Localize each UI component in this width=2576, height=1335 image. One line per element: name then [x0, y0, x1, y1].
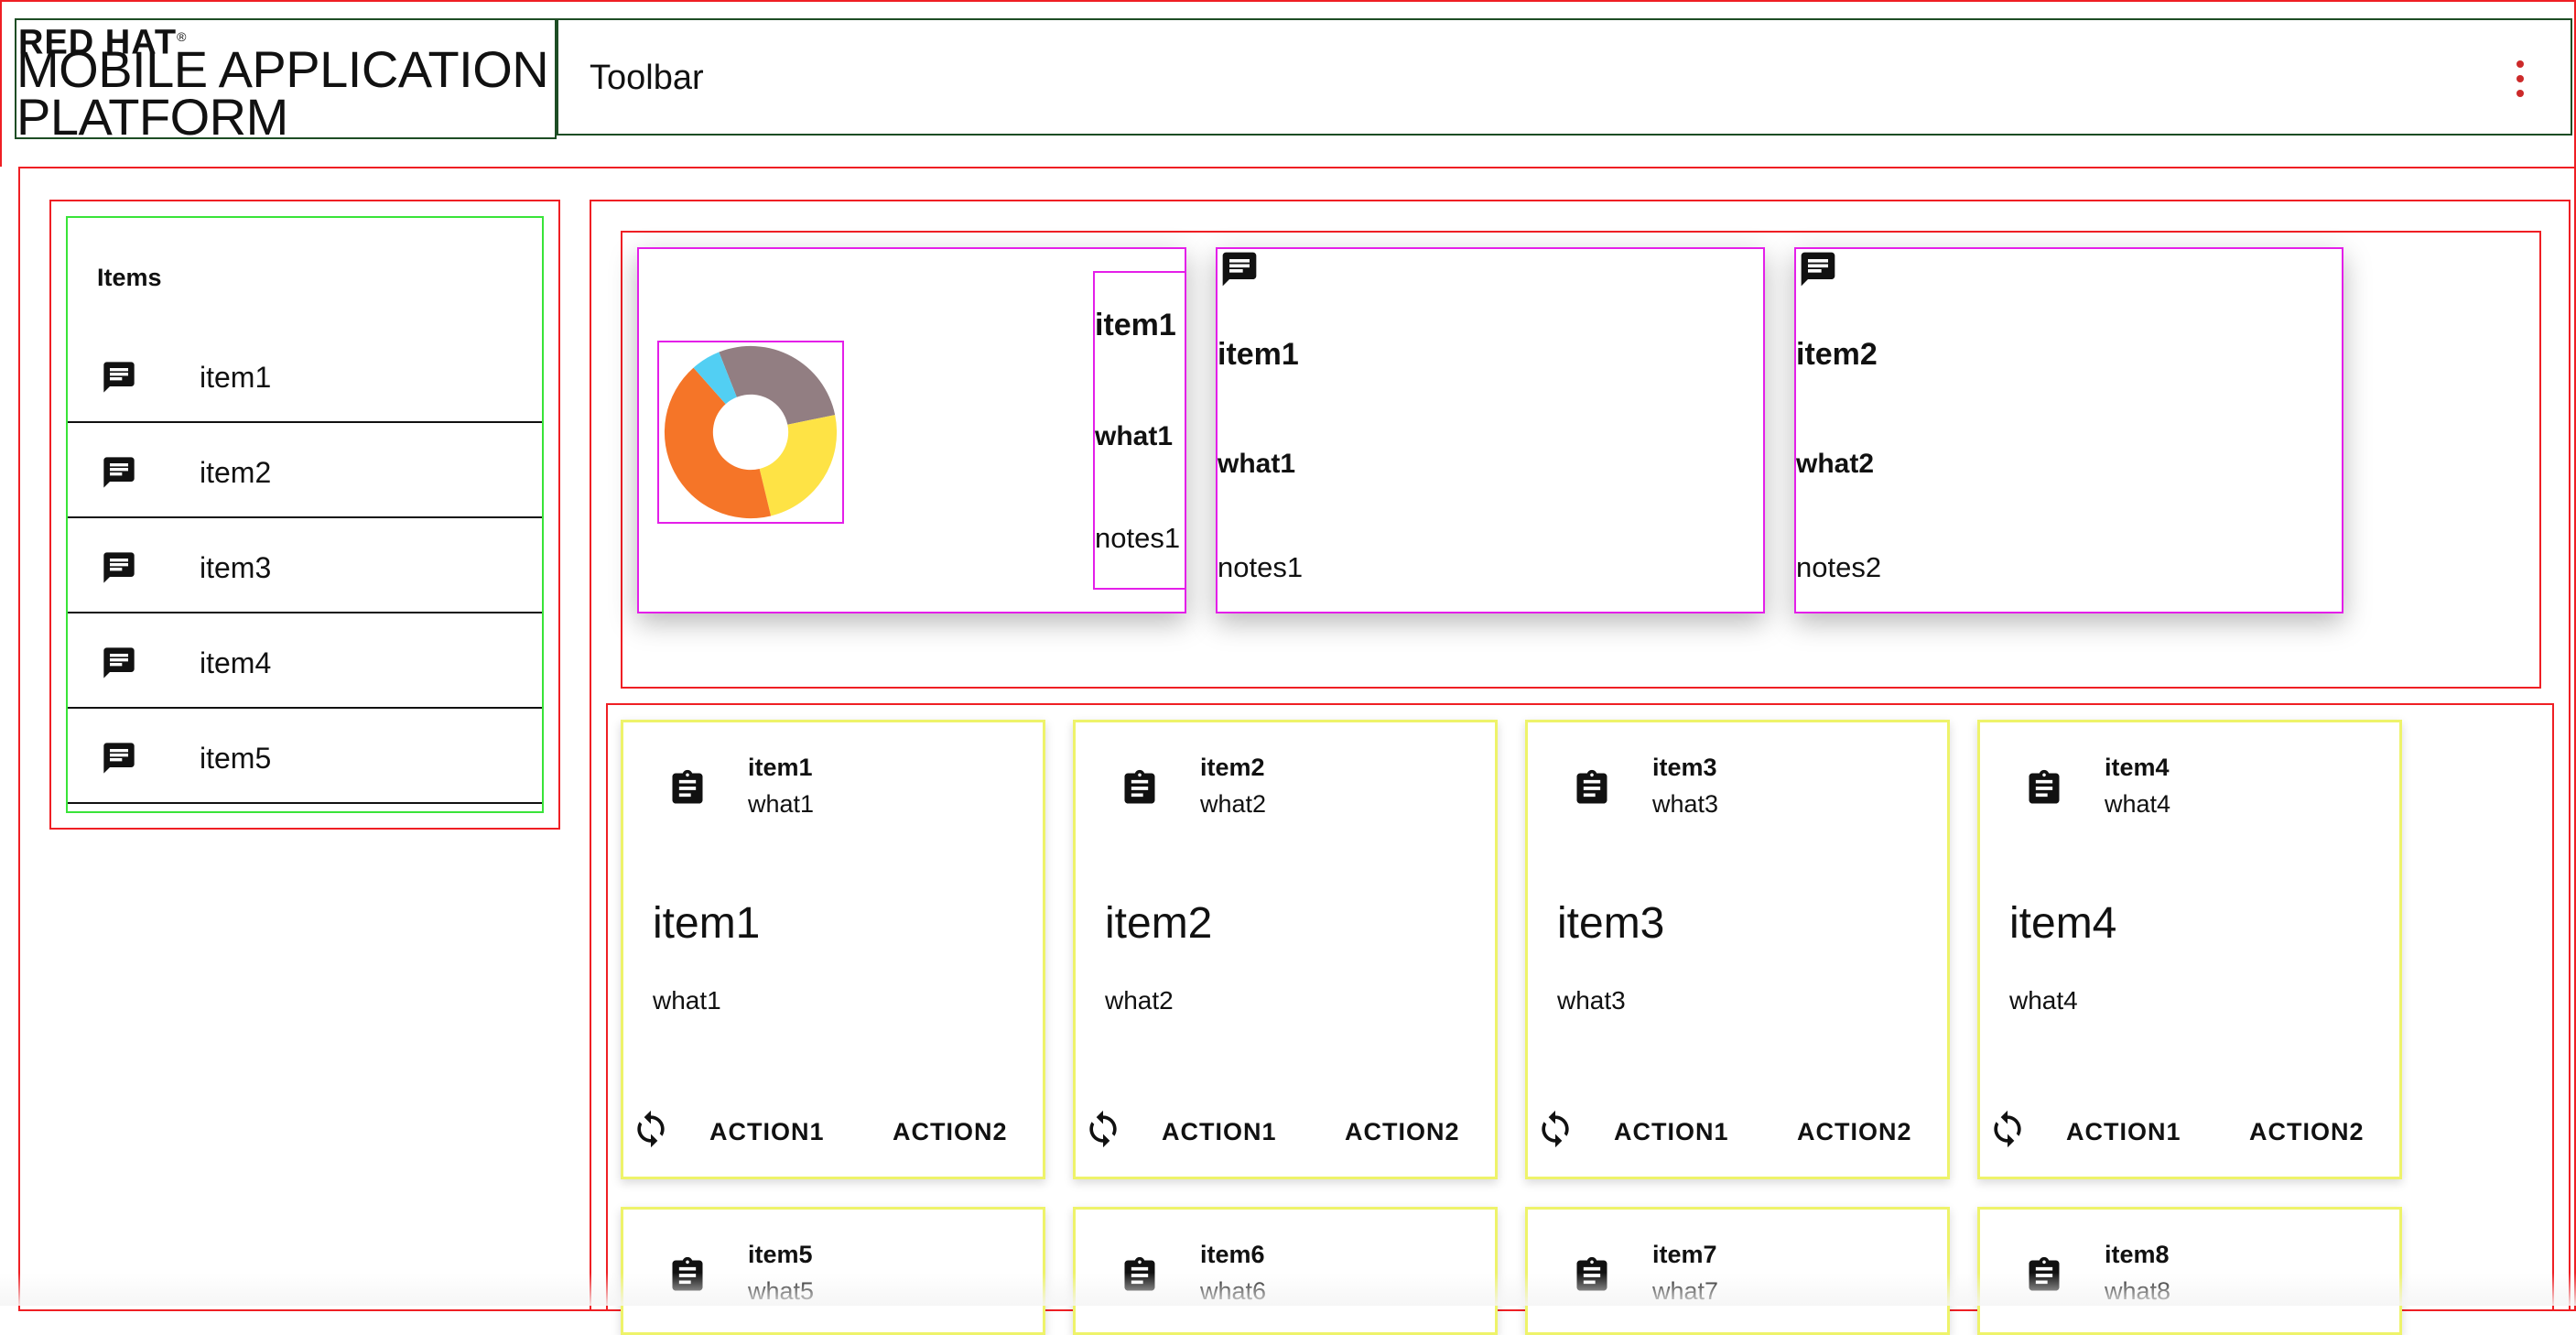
card-subtitle: what6: [1200, 1277, 1267, 1305]
donut-slice: [759, 415, 838, 516]
card-what: what1: [1218, 449, 1296, 479]
action2-button[interactable]: ACTION2: [2249, 1118, 2365, 1146]
card-notes: notes2: [1796, 551, 1882, 583]
clipboard-icon: [1124, 1256, 1155, 1291]
brand-line-1: MOBILE APPLICATION: [16, 40, 549, 98]
card-text: what2: [1105, 986, 1174, 1015]
card-subtitle: what5: [748, 1277, 815, 1305]
list-item[interactable]: item1: [68, 326, 542, 423]
card-subtitle: what1: [748, 790, 815, 818]
brand-line-2: PLATFORM: [16, 88, 288, 146]
message-icon: [103, 552, 135, 583]
chart-card: item1 what1 notes1: [637, 247, 1186, 613]
card-heading: item3: [1557, 899, 1665, 948]
card-heading: item2: [1105, 899, 1213, 948]
card-title: item5: [748, 1241, 813, 1268]
message-icon: [103, 647, 135, 678]
grid-card: item8 what8: [1977, 1207, 2402, 1335]
action1-button[interactable]: ACTION1: [709, 1118, 825, 1146]
grid-card: item7 what7: [1525, 1207, 1950, 1335]
list-item[interactable]: item5: [68, 707, 542, 804]
card-title: item8: [2105, 1241, 2170, 1268]
grid-card: item2 what2 item2 what2 ACTION1 ACTION2: [1073, 720, 1498, 1179]
action1-button[interactable]: ACTION1: [2066, 1118, 2181, 1146]
clipboard-icon: [2029, 1256, 2060, 1291]
list-item[interactable]: item3: [68, 516, 542, 613]
donut-chart: [657, 341, 844, 524]
message-icon: [1801, 252, 1835, 287]
message-icon: [1222, 252, 1257, 287]
card-title: item1: [748, 754, 813, 781]
action2-button[interactable]: ACTION2: [1345, 1118, 1460, 1146]
clipboard-icon: [1124, 769, 1155, 804]
card-title: item6: [1200, 1241, 1265, 1268]
action2-button[interactable]: ACTION2: [1797, 1118, 1912, 1146]
message-card[interactable]: item1 what1 notes1: [1216, 247, 1765, 613]
chart-card-text: item1 what1 notes1: [1093, 271, 1186, 590]
clipboard-icon: [2029, 769, 2060, 804]
clipboard-icon: [672, 1256, 703, 1291]
grid-card: item1 what1 item1 what1 ACTION1 ACTION2: [621, 720, 1045, 1179]
list-heading: Items: [97, 264, 162, 291]
card-title: item1: [1095, 308, 1176, 342]
card-title: item7: [1652, 1241, 1717, 1268]
grid-card: item5 what5: [621, 1207, 1045, 1335]
card-text: what3: [1557, 986, 1626, 1015]
card-subtitle: what3: [1652, 790, 1719, 818]
card-subtitle: what4: [2105, 790, 2171, 818]
refresh-icon[interactable]: [1535, 1109, 1575, 1149]
card-title: item3: [1652, 754, 1717, 781]
card-notes: notes1: [1095, 522, 1181, 554]
grid-card: item6 what6: [1073, 1207, 1498, 1335]
card-heading: item4: [2009, 899, 2117, 948]
list-item-label: item3: [200, 551, 272, 584]
card-title: item2: [1200, 754, 1265, 781]
message-icon: [103, 362, 135, 393]
clipboard-icon: [1576, 1256, 1607, 1291]
more-vert-icon[interactable]: [2514, 60, 2525, 97]
card-notes: notes1: [1218, 551, 1304, 583]
refresh-icon[interactable]: [1987, 1109, 2028, 1149]
donut-slice: [719, 345, 836, 425]
list-item-label: item4: [200, 646, 272, 679]
action2-button[interactable]: ACTION2: [893, 1118, 1008, 1146]
grid-card: item4 what4 item4 what4 ACTION1 ACTION2: [1977, 720, 2402, 1179]
list-item-label: item2: [200, 456, 272, 489]
refresh-icon[interactable]: [1083, 1109, 1123, 1149]
refresh-icon[interactable]: [631, 1109, 671, 1149]
card-what: what2: [1796, 449, 1875, 479]
message-icon: [103, 457, 135, 488]
toolbar: Toolbar: [557, 18, 2572, 136]
action1-button[interactable]: ACTION1: [1614, 1118, 1729, 1146]
action1-button[interactable]: ACTION1: [1162, 1118, 1277, 1146]
toolbar-title: Toolbar: [590, 59, 704, 97]
list-item[interactable]: item4: [68, 612, 542, 709]
brand-logo: RED HAT® MOBILE APPLICATION PLATFORM: [15, 18, 557, 146]
message-icon: [103, 743, 135, 774]
card-subtitle: what2: [1200, 790, 1267, 818]
card-text: what1: [653, 986, 721, 1015]
card-title: item2: [1796, 337, 1878, 372]
clipboard-icon: [672, 769, 703, 804]
card-subtitle: what8: [2105, 1277, 2171, 1305]
list-item[interactable]: item2: [68, 421, 542, 518]
grid-card: item3 what3 item3 what3 ACTION1 ACTION2: [1525, 720, 1950, 1179]
card-what: what1: [1095, 421, 1174, 451]
list-item-label: item5: [200, 742, 272, 775]
card-subtitle: what7: [1652, 1277, 1719, 1305]
item-list: Items item1 item2 item3 item4 item5: [66, 216, 544, 813]
card-text: what4: [2009, 986, 2078, 1015]
list-item-label: item1: [200, 361, 272, 394]
message-card[interactable]: item2 what2 notes2: [1794, 247, 2343, 613]
clipboard-icon: [1576, 769, 1607, 804]
card-heading: item1: [653, 899, 761, 948]
card-title: item1: [1218, 337, 1299, 372]
card-title: item4: [2105, 754, 2170, 781]
